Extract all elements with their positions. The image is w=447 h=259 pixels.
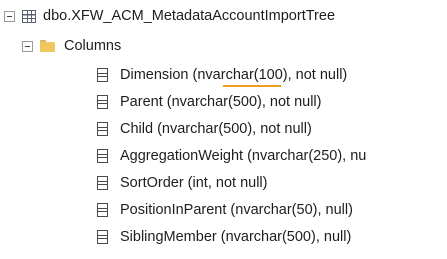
column-icon (97, 203, 108, 217)
column-icon (97, 176, 108, 190)
tree-node-columns-folder[interactable]: Columns (22, 35, 121, 57)
column-icon (97, 68, 108, 82)
tree-node-column[interactable]: SortOrder (int, not null) (97, 172, 267, 194)
folder-label: Columns (64, 38, 122, 54)
tree-node-column[interactable]: PositionInParent (nvarchar(50), null) (97, 199, 353, 221)
column-icon (97, 122, 108, 136)
folder-icon (40, 40, 55, 52)
collapse-icon[interactable] (22, 40, 33, 52)
column-label: Child (nvarchar(500), not null) (120, 121, 312, 137)
column-label: AggregationWeight (nvarchar(250), nu (120, 148, 367, 164)
tree-node-column[interactable]: Parent (nvarchar(500), not null) (97, 91, 322, 113)
tree-node-column[interactable]: Dimension (nvarchar(100), not null) (97, 64, 347, 86)
column-icon (97, 149, 108, 163)
collapse-icon[interactable] (4, 10, 15, 22)
tree-node-table[interactable]: dbo.XFW_ACM_MetadataAccountImportTree (4, 5, 335, 27)
column-label: Dimension (nvarchar(100), not null) (120, 67, 348, 83)
column-label: Parent (nvarchar(500), not null) (120, 94, 322, 110)
table-name: dbo.XFW_ACM_MetadataAccountImportTree (43, 8, 336, 24)
tree-node-column[interactable]: AggregationWeight (nvarchar(250), nu (97, 145, 366, 167)
column-label: PositionInParent (nvarchar(50), null) (120, 202, 353, 218)
table-icon (22, 9, 36, 23)
tree-node-column[interactable]: Child (nvarchar(500), not null) (97, 118, 312, 140)
tree-node-column[interactable]: SiblingMember (nvarchar(500), null) (97, 226, 351, 248)
column-label: SiblingMember (nvarchar(500), null) (120, 229, 352, 245)
column-icon (97, 230, 108, 244)
highlight-underline (223, 85, 281, 87)
column-label: SortOrder (int, not null) (120, 175, 268, 191)
column-icon (97, 95, 108, 109)
